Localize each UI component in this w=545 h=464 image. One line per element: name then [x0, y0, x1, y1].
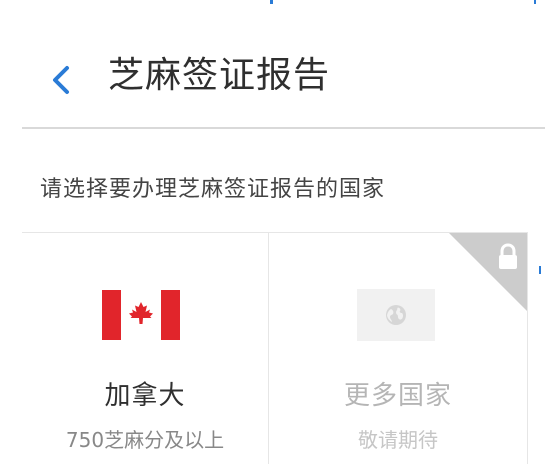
globe-icon: [357, 289, 435, 341]
country-name: 更多国家: [343, 381, 452, 411]
country-requirement: 750芝麻分及以上: [65, 428, 225, 452]
chevron-left-icon: [53, 66, 69, 94]
header-divider: [22, 127, 545, 129]
blue-mark: [539, 266, 541, 274]
blue-mark: [534, 0, 536, 4]
country-grid: 加拿大 750芝麻分及以上 更多国家 敬请期待: [22, 232, 528, 464]
country-card-more: 更多国家 敬请期待: [269, 233, 528, 464]
lock-icon: [497, 243, 519, 271]
back-button[interactable]: [42, 60, 82, 100]
country-name: 加拿大: [104, 381, 186, 411]
canada-flag-icon: [102, 290, 180, 340]
page-title: 芝麻签证报告: [108, 55, 331, 96]
instruction-text: 请选择要办理芝麻签证报告的国家: [40, 177, 386, 202]
country-card-canada[interactable]: 加拿大 750芝麻分及以上: [22, 233, 269, 464]
country-status: 敬请期待: [358, 428, 438, 452]
header-bar: 芝麻签证报告: [0, 30, 545, 128]
blue-mark: [270, 0, 273, 4]
